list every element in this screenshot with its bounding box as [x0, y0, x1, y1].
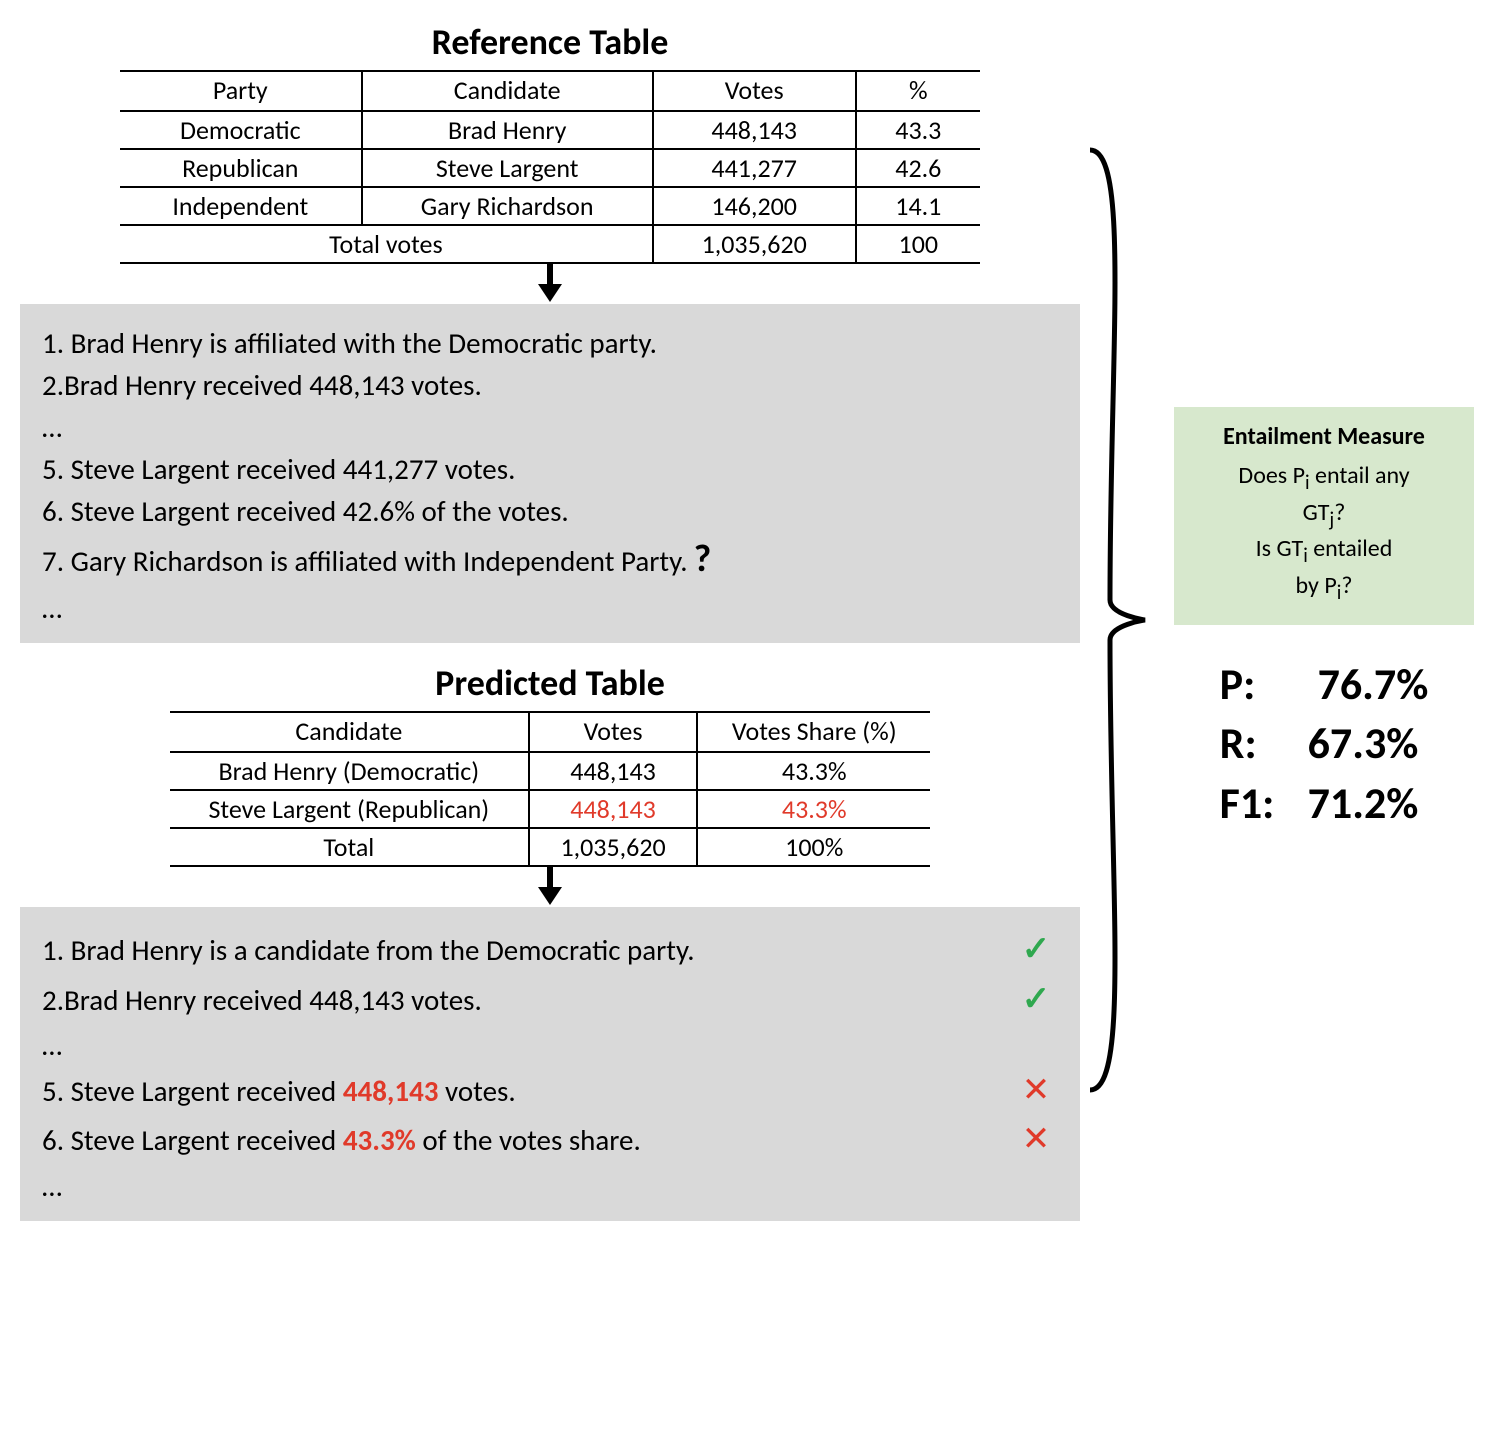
fact-line: 1. Brad Henry is a candidate from the De… [42, 925, 1058, 974]
ref-header: Party [120, 71, 362, 111]
metric-f1: F1: 71.2% [1220, 774, 1429, 833]
metric-recall: R: 67.3% [1220, 714, 1429, 773]
fact-line: 5. Steve Largent received 448,143 votes.… [42, 1066, 1058, 1115]
ref-header: Votes [653, 71, 856, 111]
check-icon: ✓ [1014, 925, 1058, 974]
entailment-box: Entailment Measure Does Pi entail any GT… [1174, 407, 1474, 625]
pred-header: Votes Share (%) [697, 712, 930, 752]
fact-line: 1. Brad Henry is affiliated with the Dem… [42, 322, 1058, 364]
right-column: Entailment Measure Does Pi entail any GT… [1150, 407, 1488, 833]
entailment-question-2: Is GTi entailed by Pi? [1182, 533, 1466, 607]
reference-facts-box: 1. Brad Henry is affiliated with the Dem… [20, 304, 1080, 643]
fact-line: 6. Steve Largent received 42.6% of the v… [42, 490, 1058, 532]
metrics-block: P: 76.7% R: 67.3% F1: 71.2% [1220, 655, 1429, 833]
brace-icon [1080, 130, 1150, 1110]
predicted-title: Predicted Table [435, 661, 665, 705]
arrow-down-icon [530, 867, 570, 907]
ref-header: % [856, 71, 980, 111]
fact-line: … [42, 587, 1058, 629]
table-row: Brad Henry (Democratic) 448,143 43.3% [170, 752, 930, 790]
table-row: Independent Gary Richardson 146,200 14.1 [120, 187, 980, 225]
table-row: Republican Steve Largent 441,277 42.6 [120, 149, 980, 187]
fact-line: … [42, 1024, 1058, 1066]
fact-line: 2.Brad Henry received 448,143 votes. ✓ [42, 975, 1058, 1024]
predicted-facts-box: 1. Brad Henry is a candidate from the De… [20, 907, 1080, 1220]
table-row-total: Total 1,035,620 100% [170, 828, 930, 866]
ref-header: Candidate [362, 71, 653, 111]
fact-line: 6. Steve Largent received 43.3% of the v… [42, 1115, 1058, 1164]
x-icon: ✕ [1014, 1115, 1058, 1164]
x-icon: ✕ [1014, 1066, 1058, 1115]
entailment-title: Entailment Measure [1182, 421, 1466, 453]
table-row-total: Total votes 1,035,620 100 [120, 225, 980, 263]
fact-line: 5. Steve Largent received 441,277 votes. [42, 448, 1058, 490]
diagram-root: Reference Table Party Candidate Votes % … [20, 20, 1488, 1221]
table-row: Democratic Brad Henry 448,143 43.3 [120, 111, 980, 149]
pred-header: Votes [529, 712, 698, 752]
reference-title: Reference Table [432, 20, 669, 64]
fact-line: 2.Brad Henry received 448,143 votes. [42, 364, 1058, 406]
left-column: Reference Table Party Candidate Votes % … [20, 20, 1080, 1221]
question-mark-icon: ? [694, 536, 712, 582]
pred-header: Candidate [170, 712, 529, 752]
metric-precision: P: 76.7% [1220, 655, 1429, 714]
table-row: Steve Largent (Republican) 448,143 43.3% [170, 790, 930, 828]
fact-line: … [42, 406, 1058, 448]
reference-table: Party Candidate Votes % Democratic Brad … [120, 70, 980, 264]
entailment-question-1: Does Pi entail any GTj? [1182, 460, 1466, 534]
predicted-table: Candidate Votes Votes Share (%) Brad Hen… [170, 711, 930, 867]
fact-line: 7. Gary Richardson is affiliated with In… [42, 532, 1058, 587]
check-icon: ✓ [1014, 975, 1058, 1024]
fact-line: … [42, 1165, 1058, 1207]
arrow-down-icon [530, 264, 570, 304]
